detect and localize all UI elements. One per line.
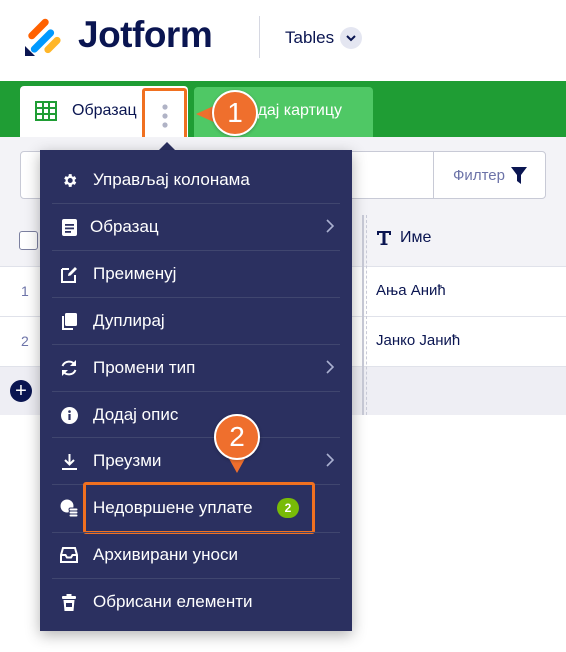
menu-item-label: Обрисани елементи (93, 592, 253, 611)
form-icon (60, 218, 78, 236)
vertical-dots-icon (161, 104, 168, 128)
incomplete-count-badge: 2 (277, 498, 299, 518)
menu-item-duplicate[interactable]: Дуплирај (40, 298, 352, 344)
name-cell[interactable]: Јанко Јанић (376, 332, 460, 349)
chevron-right-icon (326, 359, 335, 379)
chevron-right-icon (326, 452, 335, 472)
gear-icon (60, 171, 78, 189)
menu-item-change-type[interactable]: Промени тип (40, 345, 352, 391)
refresh-icon (60, 359, 78, 377)
chevron-down-icon (340, 27, 363, 49)
menu-item-label: Управљај колонама (93, 170, 250, 189)
filter-icon (510, 166, 527, 184)
row-number: 1 (21, 283, 29, 299)
logo-text[interactable]: Jotform (78, 14, 213, 56)
table-grid-icon (35, 101, 57, 121)
menu-item-label: Додај опис (93, 405, 179, 424)
column-header-label: Име (400, 229, 432, 246)
tab-more-button[interactable] (142, 88, 187, 144)
menu-item-deleted-elements[interactable]: Обрисани елементи (40, 579, 352, 625)
tab-form[interactable]: Образац (20, 86, 188, 144)
menu-item-archived-entries[interactable]: Архивирани уноси (40, 532, 352, 578)
filter-label: Филтер (453, 166, 505, 184)
info-icon (60, 406, 78, 424)
row-number: 2 (21, 333, 29, 349)
product-switcher[interactable]: Tables (285, 26, 363, 50)
step-callout-1: 1 (212, 90, 258, 136)
coins-icon (60, 499, 78, 517)
menu-item-label: Преименуј (93, 264, 177, 283)
column-divider-dashed (366, 215, 367, 415)
column-header-name[interactable]: Име (376, 229, 431, 247)
column-divider (362, 215, 364, 415)
text-type-icon (377, 231, 391, 245)
menu-item-form[interactable]: Образац (40, 204, 352, 250)
menu-item-manage-columns[interactable]: Управљај колонама (40, 157, 352, 203)
select-all-checkbox[interactable] (19, 231, 38, 250)
jotform-logo-icon[interactable] (22, 18, 62, 58)
chevron-right-icon (326, 218, 335, 238)
menu-item-add-description[interactable]: Додај опис (40, 392, 352, 438)
download-icon (60, 452, 78, 470)
trash-icon (60, 593, 78, 611)
step-callout-2: 2 (214, 414, 260, 460)
duplicate-icon (60, 312, 78, 330)
tab-bar: Образац Додај картицу (0, 81, 566, 144)
menu-item-label: Образац (90, 217, 159, 236)
tab-context-menu: Управљај колонама Образац Преименуј Дупл… (40, 150, 352, 631)
edit-icon (60, 265, 78, 283)
product-label: Tables (285, 28, 335, 47)
menu-item-rename[interactable]: Преименуј (40, 251, 352, 297)
menu-item-label: Дуплирај (93, 311, 165, 330)
menu-item-label: Архивирани уноси (93, 545, 238, 564)
menu-item-download[interactable]: Преузми (40, 438, 352, 484)
filter-button[interactable]: Филтер (434, 152, 546, 198)
tab-form-label: Образац (72, 102, 137, 119)
add-circle-icon[interactable]: + (10, 380, 32, 402)
menu-item-label: Промени тип (93, 358, 196, 377)
menu-item-label: Преузми (93, 451, 162, 470)
inbox-icon (60, 546, 78, 564)
name-cell[interactable]: Ања Анић (376, 282, 446, 299)
header: Jotform Tables (0, 0, 566, 81)
header-divider (259, 16, 260, 58)
